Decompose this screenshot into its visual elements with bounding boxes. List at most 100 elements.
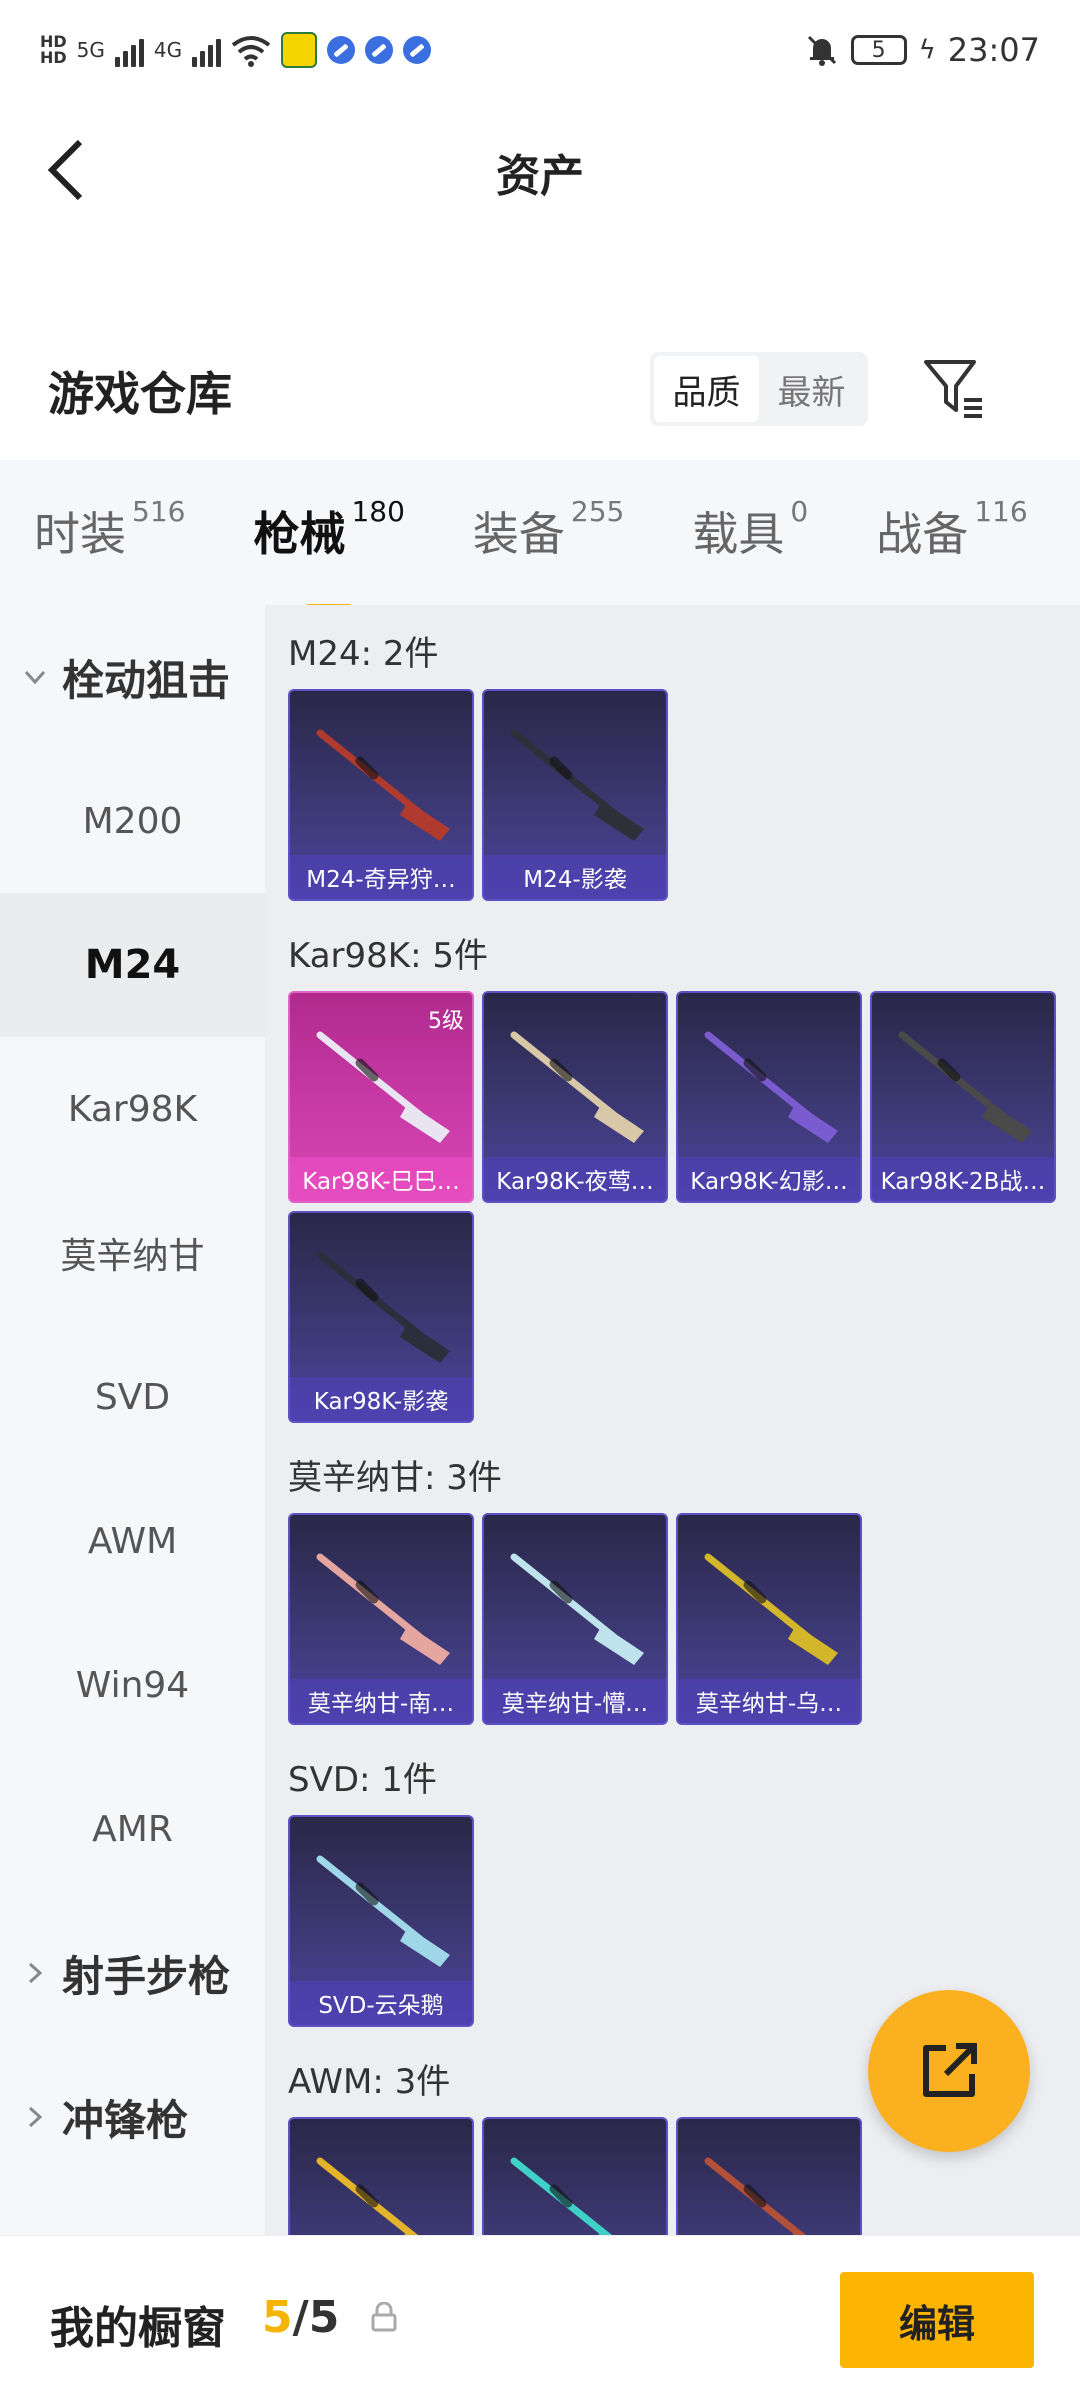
sort-toggle: 品质 最新 (650, 352, 868, 426)
tab-count: 116 (974, 494, 1028, 528)
rifle-icon (510, 2157, 613, 2235)
sidebar-item-win94[interactable]: Win94 (0, 1613, 265, 1757)
chevron-right-icon (28, 1962, 43, 1984)
sidebar-item-m200[interactable]: M200 (0, 749, 265, 893)
sidebar-category-bolt-sniper[interactable]: 栓动狙击 (0, 605, 265, 749)
skin-grid: 5级 Kar98K-巳巳… Kar98K-夜莺… Kar98K-幻影… Kar98K-2… (288, 991, 1078, 1423)
rifle-icon (316, 729, 450, 841)
group-title: Kar98K: 5件 (288, 935, 488, 976)
rifle-icon (316, 2157, 419, 2235)
rifle-icon (704, 2157, 807, 2235)
app-icon (403, 36, 432, 64)
skin-name: Kar98K-夜莺… (484, 1157, 666, 1201)
skin-card[interactable]: 莫辛纳甘-南… (288, 1513, 474, 1725)
sidebar-category-smg[interactable]: 冲锋枪 (0, 2045, 265, 2189)
status-bar: HD HD 5G 4G 5 ϟ 23:07 (0, 0, 1080, 100)
lock-icon (371, 2302, 397, 2332)
sidebar-item-svd[interactable]: SVD (0, 1325, 265, 1469)
skin-card[interactable] (288, 2117, 474, 2235)
wifi-icon (231, 36, 271, 67)
tab-count: 255 (570, 494, 625, 528)
clock: 23:07 (947, 31, 1040, 69)
skin-name: Kar98K-影袭 (290, 1377, 472, 1421)
tab-weapons[interactable]: 枪械 180 (253, 494, 405, 612)
share-icon (923, 2043, 977, 2097)
showcase-slash: / (292, 2292, 309, 2343)
sidebar-item-awm[interactable]: AWM (0, 1469, 265, 1613)
filter-icon[interactable] (922, 358, 986, 418)
rifle-icon (316, 1855, 450, 1967)
title-bar: 资产 (0, 100, 1080, 230)
skin-name: Kar98K-幻影… (678, 1157, 860, 1201)
group-title: M24: 2件 (288, 633, 439, 674)
tab-label: 战备 (876, 506, 969, 561)
skin-card[interactable]: Kar98K-幻影… (676, 991, 862, 1203)
skin-card[interactable]: SVD-云朵鹅 (288, 1815, 474, 2027)
section-header: 游戏仓库 品质 最新 (0, 330, 1080, 450)
group-title: SVD: 1件 (288, 1759, 437, 1800)
chevron-right-icon (28, 2106, 43, 2128)
rifle-icon (510, 729, 644, 841)
tab-count: 0 (790, 494, 809, 528)
sidebar-item-kar98k[interactable]: Kar98K (0, 1037, 265, 1181)
rifle-icon (316, 1251, 450, 1363)
sidebar-item-amr[interactable]: AMR (0, 1757, 265, 1901)
skin-name: 莫辛纳甘-懵… (484, 1679, 666, 1723)
bottom-bar: 我的橱窗 5/5 编辑 (0, 2235, 1080, 2400)
skin-name: Kar98K-2B战… (872, 1157, 1054, 1201)
network2-label: 4G (153, 38, 183, 62)
rifle-icon (510, 1031, 644, 1143)
level-badge: 5级 (428, 1009, 464, 1034)
skin-card[interactable]: Kar98K-夜莺… (482, 991, 668, 1203)
skin-card[interactable]: M24-影袭 (482, 689, 668, 901)
skin-card[interactable] (676, 2117, 862, 2235)
app-icon (327, 36, 356, 64)
share-button[interactable] (868, 1990, 1030, 2152)
tab-equipment[interactable]: 装备 255 (472, 494, 625, 568)
tab-supplies[interactable]: 战备 116 (876, 494, 1028, 568)
sidebar-item-mosin[interactable]: 莫辛纳甘 (0, 1181, 265, 1325)
skin-name: Kar98K-巳巳… (290, 1157, 472, 1201)
sidebar-category-label: 冲锋枪 (62, 2095, 189, 2145)
skin-name: 莫辛纳甘-乌… (678, 1679, 860, 1723)
skin-card[interactable]: 莫辛纳甘-懵… (482, 1513, 668, 1725)
app-icon (281, 32, 318, 68)
sidebar: 栓动狙击 M200 M24 Kar98K 莫辛纳甘 SVD AWM Win94 … (0, 605, 265, 2235)
sidebar-category-dmr[interactable]: 射手步枪 (0, 1901, 265, 2045)
showcase-label: 我的橱窗 (50, 2303, 226, 2354)
skin-card[interactable] (482, 2117, 668, 2235)
showcase-count: 5/5 (262, 2292, 339, 2343)
app-icon (365, 36, 394, 64)
skin-grid: M24-奇异狩… M24-影袭 (288, 689, 1078, 901)
tab-count: 516 (132, 494, 186, 528)
chevron-down-icon (24, 670, 46, 685)
sort-newest-button[interactable]: 最新 (759, 356, 864, 422)
skin-name: 莫辛纳甘-南… (290, 1679, 472, 1723)
skin-name: M24-奇异狩… (290, 855, 472, 899)
tab-label: 装备 (472, 506, 565, 561)
skin-card[interactable]: 莫辛纳甘-乌… (676, 1513, 862, 1725)
skin-name: SVD-云朵鹅 (290, 1981, 472, 2025)
skin-card[interactable]: Kar98K-影袭 (288, 1211, 474, 1423)
sort-quality-button[interactable]: 品质 (654, 356, 759, 422)
tab-label: 载具 (692, 506, 785, 561)
hd-icon: HD HD (40, 32, 67, 67)
tab-count: 180 (351, 494, 405, 528)
skin-card[interactable]: 5级 Kar98K-巳巳… (288, 991, 474, 1203)
skin-card[interactable]: Kar98K-2B战… (870, 991, 1056, 1203)
battery-icon: 5 (850, 35, 907, 65)
showcase-total: 5 (308, 2292, 340, 2343)
skin-name: M24-影袭 (484, 855, 666, 899)
tab-label: 时装 (34, 506, 126, 561)
edit-button[interactable]: 编辑 (840, 2272, 1034, 2368)
tab-vehicles[interactable]: 载具 0 (692, 494, 809, 568)
category-tabs: 时装 516 枪械 180 装备 255 载具 0 战备 116 (0, 460, 1080, 612)
sidebar-item-m24[interactable]: M24 (0, 893, 265, 1037)
skin-grid: 莫辛纳甘-南… 莫辛纳甘-懵… 莫辛纳甘-乌… (288, 1513, 1078, 1725)
tab-label: 枪械 (253, 506, 346, 561)
skin-card[interactable]: M24-奇异狩… (288, 689, 474, 901)
group-title: 莫辛纳甘: 3件 (288, 1457, 502, 1498)
rifle-icon (510, 1553, 644, 1665)
tab-outfit[interactable]: 时装 516 (34, 494, 186, 568)
sidebar-category-label: 射手步枪 (62, 1951, 231, 2001)
